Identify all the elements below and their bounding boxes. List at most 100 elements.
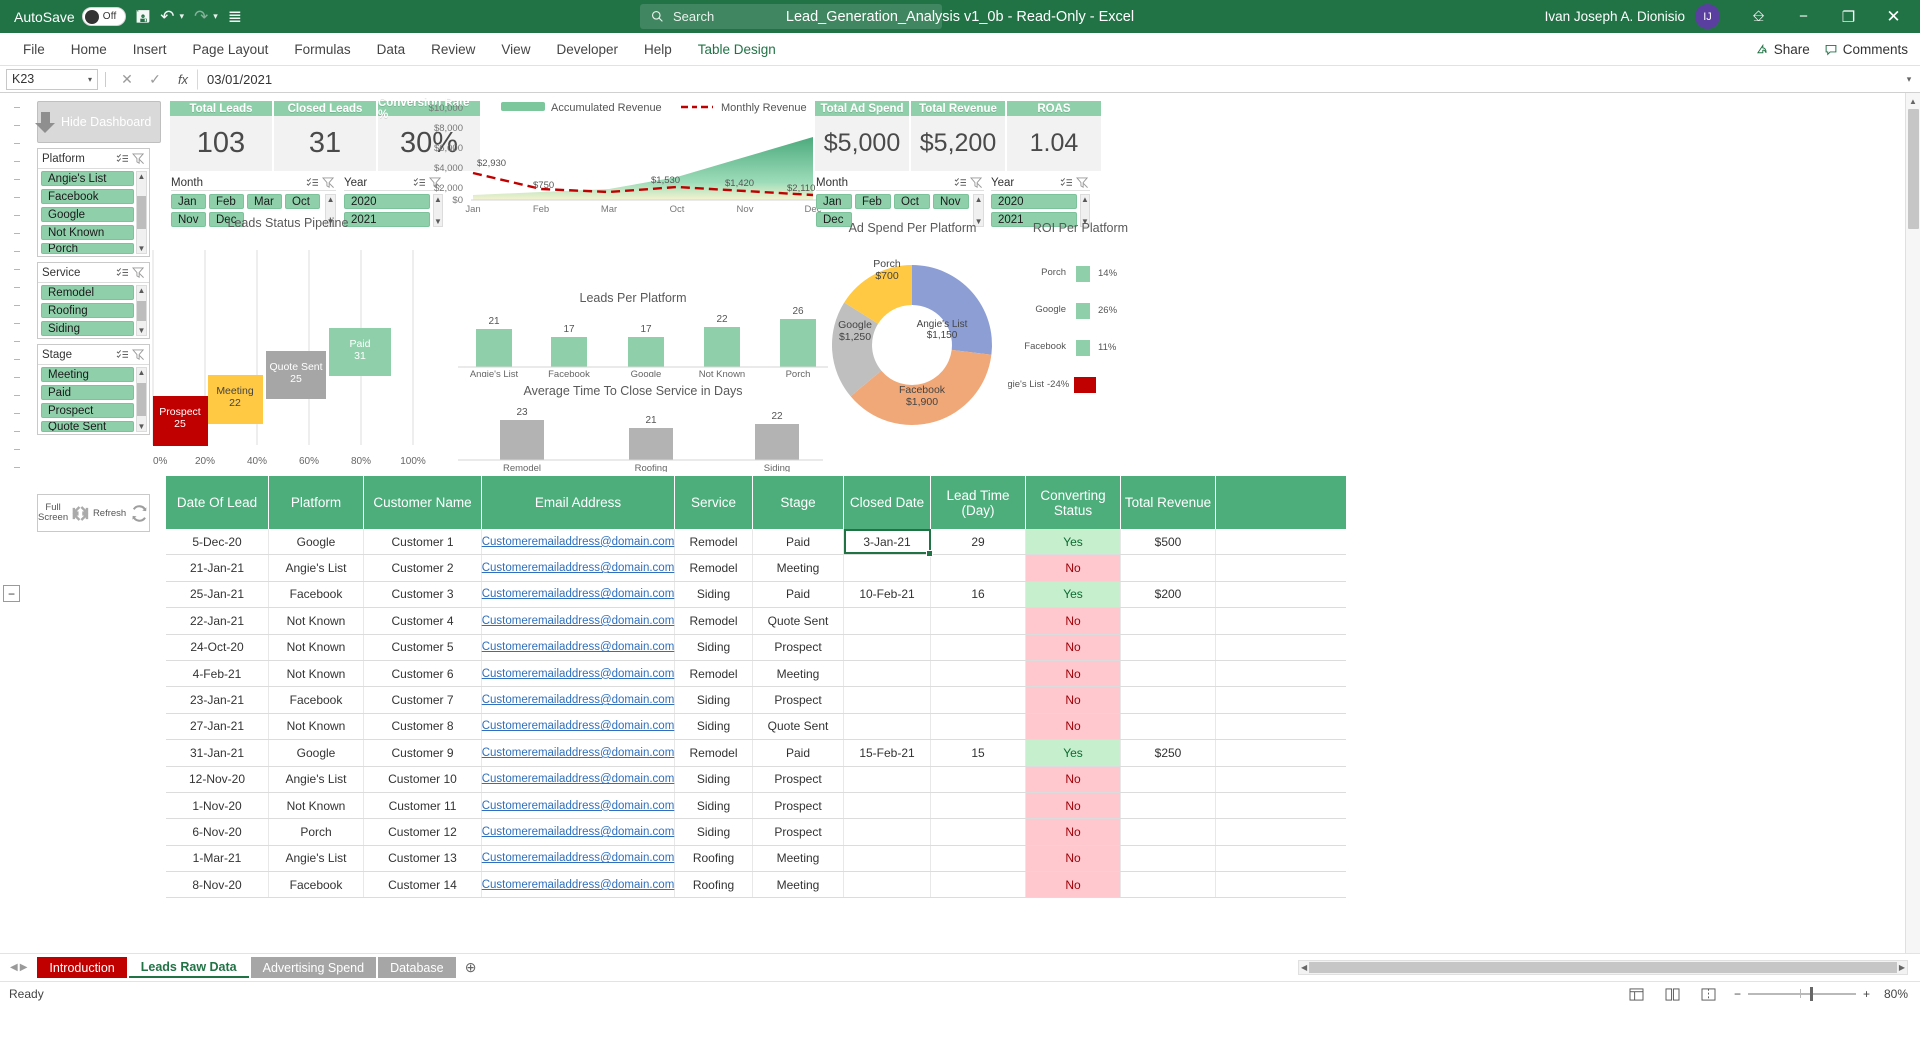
cell-platform[interactable]: Google	[269, 529, 364, 554]
horizontal-scrollbar[interactable]: ◀ ▶	[1298, 960, 1908, 975]
cell-total-revenue[interactable]	[1121, 661, 1216, 686]
table-row[interactable]: 5-Dec-20GoogleCustomer 1Customeremailadd…	[166, 529, 1379, 555]
filter-month-oct-right[interactable]: Oct	[894, 194, 930, 209]
cell-converting-status[interactable]: No	[1026, 872, 1121, 897]
cell-customer-name[interactable]: Customer 12	[364, 819, 482, 844]
sheet-tab-database[interactable]: Database	[378, 957, 456, 978]
cell-customer-name[interactable]: Customer 6	[364, 661, 482, 686]
cell-date-of-lead[interactable]: 1-Mar-21	[166, 846, 269, 871]
cell-service[interactable]: Remodel	[675, 740, 753, 765]
cell-converting-status[interactable]: No	[1026, 767, 1121, 792]
cell-converting-status[interactable]: Yes	[1026, 740, 1121, 765]
filter-month-jan-right[interactable]: Jan	[816, 194, 852, 209]
table-row[interactable]: 12-Nov-20Angie's ListCustomer 10Customer…	[166, 767, 1379, 793]
column-header-date-of-lead[interactable]: Date Of Lead	[166, 476, 269, 529]
cell-customer-name[interactable]: Customer 10	[364, 767, 482, 792]
cell-converting-status[interactable]: No	[1026, 608, 1121, 633]
cell-service[interactable]: Remodel	[675, 608, 753, 633]
cell-lead-time[interactable]	[931, 872, 1026, 897]
cell-lead-time[interactable]: 15	[931, 740, 1026, 765]
cell-stage[interactable]: Prospect	[753, 767, 844, 792]
cell-customer-name[interactable]: Customer 7	[364, 687, 482, 712]
cell-total-revenue[interactable]	[1121, 819, 1216, 844]
filter-month-jan[interactable]: Jan	[171, 194, 206, 209]
table-row[interactable]: 1-Nov-20Not KnownCustomer 11Customeremai…	[166, 793, 1379, 819]
column-header-lead-time[interactable]: Lead Time (Day)	[931, 476, 1026, 529]
slicer-item-google[interactable]: Google	[41, 207, 134, 222]
cell-closed-date[interactable]	[844, 846, 931, 871]
page-break-preview-icon[interactable]	[1698, 985, 1720, 1003]
cell-stage[interactable]: Quote Sent	[753, 714, 844, 739]
cell-total-revenue[interactable]: $200	[1121, 582, 1216, 607]
filter-month-mar[interactable]: Mar	[247, 194, 282, 209]
cell-converting-status[interactable]: No	[1026, 661, 1121, 686]
cell-total-revenue[interactable]	[1121, 767, 1216, 792]
cell-date-of-lead[interactable]: 22-Jan-21	[166, 608, 269, 633]
ribbon-tab-help[interactable]: Help	[631, 36, 685, 63]
multi-select-icon[interactable]	[304, 176, 320, 190]
previous-sheet-icon[interactable]: ◀	[10, 962, 18, 973]
cell-date-of-lead[interactable]: 8-Nov-20	[166, 872, 269, 897]
cell-date-of-lead[interactable]: 25-Jan-21	[166, 582, 269, 607]
cell-email-address[interactable]: Customeremailaddress@domain.com	[482, 793, 675, 818]
vertical-scrollbar[interactable]: ▲ ▼	[1905, 93, 1920, 973]
cell-stage[interactable]: Prospect	[753, 819, 844, 844]
formula-input[interactable]: 03/01/2021	[197, 69, 1898, 90]
table-row[interactable]: 31-Jan-21GoogleCustomer 9Customeremailad…	[166, 740, 1379, 766]
cell-service[interactable]: Siding	[675, 714, 753, 739]
filter-month-nov-right[interactable]: Nov	[933, 194, 969, 209]
slicer-item-roofing[interactable]: Roofing	[41, 303, 134, 318]
scroll-up-icon[interactable]: ▲	[1081, 195, 1089, 204]
cell-service[interactable]: Remodel	[675, 661, 753, 686]
ribbon-tab-home[interactable]: Home	[58, 36, 120, 63]
slicer-item-meeting[interactable]: Meeting	[41, 367, 134, 382]
ribbon-tab-file[interactable]: File	[10, 36, 58, 63]
ribbon-display-options-icon[interactable]: ⎒	[1736, 0, 1781, 33]
column-header-customer-name[interactable]: Customer Name	[364, 476, 482, 529]
cell-platform[interactable]: Angie's List	[269, 555, 364, 580]
scroll-right-icon[interactable]: ▶	[1899, 963, 1905, 972]
column-header-service[interactable]: Service	[675, 476, 753, 529]
undo-dropdown-icon[interactable]: ▾	[179, 11, 184, 22]
sheet-tab-leads-raw-data[interactable]: Leads Raw Data	[129, 957, 249, 978]
cell-date-of-lead[interactable]: 5-Dec-20	[166, 529, 269, 554]
cell-platform[interactable]: Angie's List	[269, 846, 364, 871]
cell-customer-name[interactable]: Customer 8	[364, 714, 482, 739]
cell-email-address[interactable]: Customeremailaddress@domain.com	[482, 608, 675, 633]
cell-lead-time[interactable]: 16	[931, 582, 1026, 607]
table-row[interactable]: 23-Jan-21FacebookCustomer 7Customeremail…	[166, 687, 1379, 713]
zoom-out-button[interactable]: −	[1734, 987, 1741, 1001]
table-row[interactable]: 1-Mar-21Angie's ListCustomer 13Customere…	[166, 846, 1379, 872]
scroll-left-icon[interactable]: ◀	[1301, 963, 1307, 972]
cell-platform[interactable]: Not Known	[269, 608, 364, 633]
slicer-item-paid[interactable]: Paid	[41, 385, 134, 400]
cell-email-address[interactable]: Customeremailaddress@domain.com	[482, 529, 675, 554]
zoom-slider[interactable]: − +	[1734, 987, 1870, 1001]
column-header-stage[interactable]: Stage	[753, 476, 844, 529]
cell-total-revenue[interactable]	[1121, 714, 1216, 739]
cell-stage[interactable]: Quote Sent	[753, 608, 844, 633]
minimize-button[interactable]: −	[1781, 0, 1826, 33]
refresh-icon[interactable]	[130, 504, 149, 523]
search-input[interactable]: Search	[640, 4, 942, 29]
zoom-in-button[interactable]: +	[1863, 987, 1870, 1001]
cell-service[interactable]: Siding	[675, 793, 753, 818]
cell-platform[interactable]: Facebook	[269, 872, 364, 897]
slicer-item-angies-list[interactable]: Angie's List	[41, 171, 134, 186]
cell-service[interactable]: Siding	[675, 582, 753, 607]
cell-customer-name[interactable]: Customer 3	[364, 582, 482, 607]
cell-email-address[interactable]: Customeremailaddress@domain.com	[482, 555, 675, 580]
slicer-item-remodel[interactable]: Remodel	[41, 285, 134, 300]
table-row[interactable]: 25-Jan-21FacebookCustomer 3Customeremail…	[166, 582, 1379, 608]
cell-date-of-lead[interactable]: 27-Jan-21	[166, 714, 269, 739]
customize-quick-access-icon[interactable]: ≣	[228, 8, 242, 25]
cell-service[interactable]: Remodel	[675, 555, 753, 580]
cell-service[interactable]: Siding	[675, 767, 753, 792]
cell-date-of-lead[interactable]: 6-Nov-20	[166, 819, 269, 844]
cell-lead-time[interactable]	[931, 846, 1026, 871]
table-row[interactable]: 21-Jan-21Angie's ListCustomer 2Customere…	[166, 555, 1379, 581]
ribbon-tab-page-layout[interactable]: Page Layout	[180, 36, 282, 63]
clear-filter-icon[interactable]	[130, 152, 146, 166]
cell-email-address[interactable]: Customeremailaddress@domain.com	[482, 714, 675, 739]
cell-closed-date[interactable]: 10-Feb-21	[844, 582, 931, 607]
